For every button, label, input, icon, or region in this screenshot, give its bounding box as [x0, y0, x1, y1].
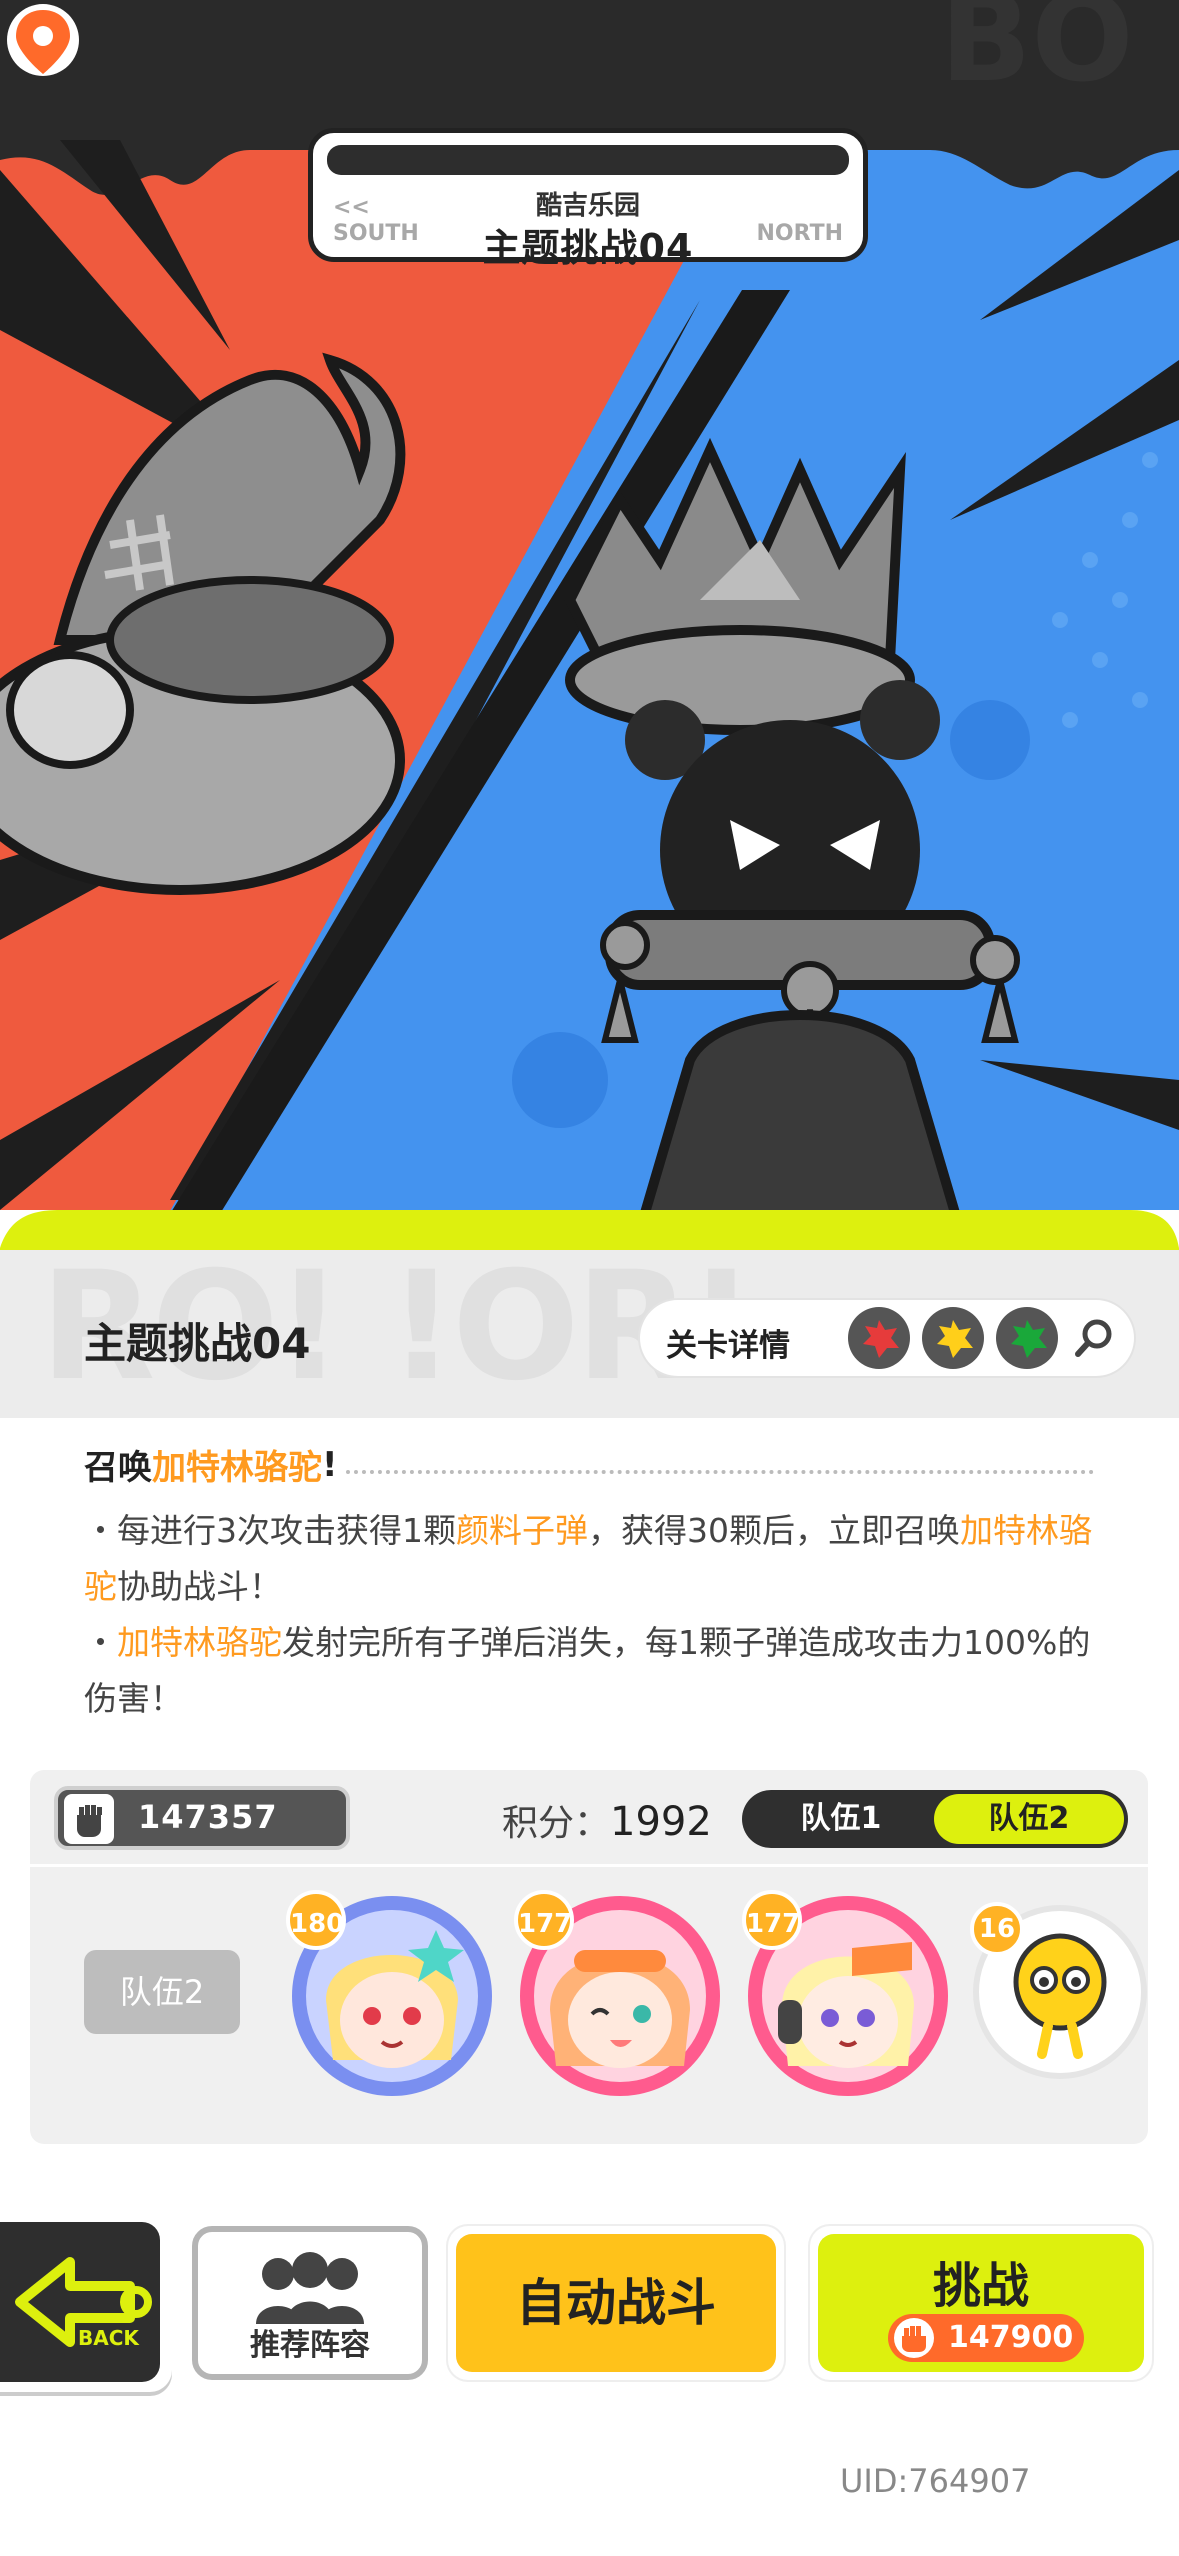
- heading-prefix: 召唤: [84, 1448, 152, 1488]
- rule1-highlight: 颜料子弹: [456, 1511, 588, 1550]
- challenge-cost-value: 147900: [948, 2320, 1074, 2355]
- team-member-1[interactable]: 180: [286, 1890, 498, 2102]
- score-label: 积分：: [502, 1803, 611, 1844]
- plate-top-bar: [327, 145, 849, 175]
- green-splat-icon: [996, 1307, 1058, 1369]
- battle-hero-art: BO << SOUTH 酷吉乐园 主题挑战04 NORTH: [0, 0, 1179, 1230]
- heading-highlight: 加特林骆驼: [152, 1448, 322, 1488]
- recommended-lineup-label: 推荐阵容: [250, 2328, 370, 2363]
- red-splat-icon: [848, 1307, 910, 1369]
- yellow-splat-icon: [922, 1307, 984, 1369]
- team-name-badge[interactable]: 队伍2: [84, 1950, 240, 2034]
- challenge-cost-pill: 147900: [888, 2314, 1084, 2362]
- auto-battle-label: 自动战斗: [456, 2234, 776, 2372]
- score-display: 积分：1992: [502, 1794, 712, 1846]
- back-button[interactable]: BACK: [0, 2212, 172, 2392]
- svg-text:BO: BO: [940, 0, 1133, 109]
- rule1-text-a: ・每进行3次攻击获得1颗: [84, 1511, 456, 1550]
- team-panel: 147357 积分：1992 队伍1 队伍2 队伍2 180 177 177 1…: [30, 1770, 1148, 2144]
- challenge-button[interactable]: 挑战 147900: [810, 2226, 1152, 2380]
- level-details-label: 关卡详情: [666, 1328, 790, 1364]
- tab-team-1[interactable]: 队伍1: [746, 1794, 936, 1844]
- back-button-face: BACK: [0, 2222, 160, 2382]
- north-label[interactable]: NORTH: [757, 221, 844, 246]
- rule1-text-c: 协助战斗！: [117, 1567, 282, 1606]
- heading-suffix: !: [322, 1444, 338, 1485]
- team-member-2[interactable]: 177: [514, 1890, 726, 2102]
- description-heading: 召唤 加特林骆驼!: [84, 1440, 1094, 1489]
- fist-icon: [894, 2318, 934, 2358]
- team-member-3[interactable]: 177: [742, 1890, 954, 2102]
- team-member-4[interactable]: 16: [970, 1902, 1150, 2082]
- level-details-button[interactable]: 关卡详情: [640, 1300, 1134, 1376]
- team-switcher: 队伍1 队伍2: [742, 1790, 1128, 1848]
- magnifier-icon[interactable]: [1064, 1307, 1126, 1369]
- back-label: BACK: [78, 2326, 139, 2350]
- score-value: 1992: [610, 1799, 712, 1845]
- challenge-button-face: 挑战 147900: [818, 2234, 1144, 2372]
- recommended-lineup-button[interactable]: 推荐阵容: [192, 2226, 428, 2380]
- stage-description: 召唤 加特林骆驼! ・每进行3次攻击获得1颗颜料子弹，获得30颗后，立即召唤加特林…: [84, 1440, 1094, 1727]
- fist-icon: [64, 1794, 114, 1844]
- rule-line-2: ・加特林骆驼发射完所有子弹后消失，每1颗子弹造成攻击力100%的伤害！: [84, 1615, 1094, 1727]
- team-power-display: 147357: [54, 1786, 350, 1850]
- rule-line-1: ・每进行3次攻击获得1颗颜料子弹，获得30颗后，立即召唤加特林骆驼协助战斗！: [84, 1503, 1094, 1615]
- team-panel-divider: [30, 1864, 1148, 1867]
- level-title: 主题挑战04: [84, 1319, 311, 1368]
- rule2-text-a: ・: [84, 1623, 117, 1662]
- back-arrow-icon: [15, 2257, 152, 2347]
- member-level-badge: 16: [970, 1902, 1024, 1956]
- location-pin-icon[interactable]: [0, 0, 86, 86]
- tab-team-2[interactable]: 队伍2: [934, 1794, 1124, 1844]
- rule2-highlight: 加特林骆驼: [117, 1623, 282, 1662]
- member-level-badge: 180: [286, 1890, 346, 1950]
- member-level-badge: 177: [514, 1890, 574, 1950]
- stage-name-plate: << SOUTH 酷吉乐园 主题挑战04 NORTH: [308, 128, 868, 270]
- rule1-text-b: ，获得30颗后，立即召唤: [588, 1511, 960, 1550]
- auto-battle-button[interactable]: 自动战斗: [448, 2226, 784, 2380]
- user-id: UID:764907: [840, 2462, 1031, 2500]
- member-level-badge: 177: [742, 1890, 802, 1950]
- team-power-value: 147357: [138, 1798, 278, 1836]
- challenge-label: 挑战: [932, 2258, 1029, 2314]
- dotted-divider: [345, 1469, 1094, 1474]
